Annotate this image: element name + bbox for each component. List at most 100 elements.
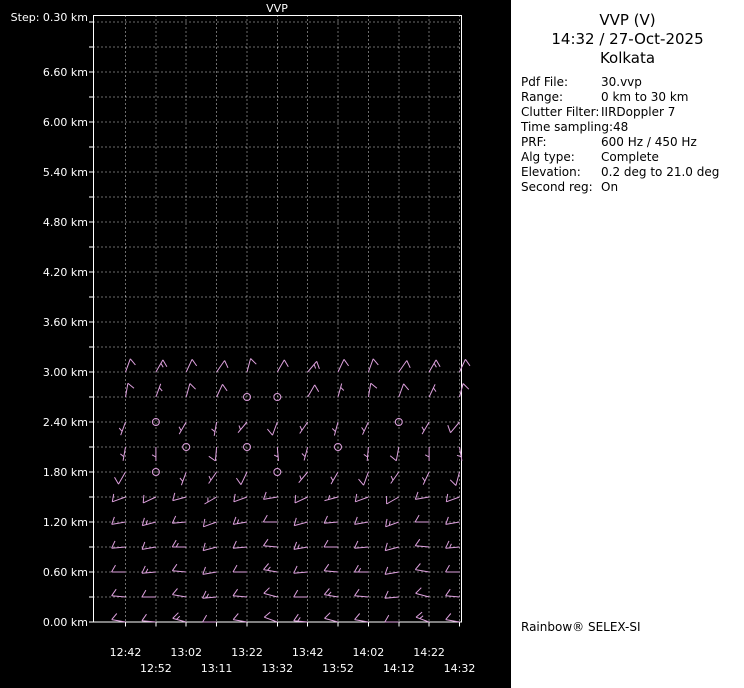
wind-barb — [337, 359, 350, 373]
x-axis-label: 14:02 — [353, 646, 385, 659]
wind-barb — [111, 516, 126, 525]
chart-title: VVP — [266, 2, 288, 15]
info-panel: VVP (V) 14:32 / 27-Oct-2025 Kolkata Pdf … — [511, 0, 744, 688]
field-elevation: Elevation: 0.2 deg to 21.0 deg — [521, 165, 744, 180]
wind-barb — [415, 587, 430, 598]
wind-barb — [361, 421, 369, 435]
wind-barb — [298, 471, 309, 484]
wind-barb — [263, 563, 278, 573]
field-value: 600 Hz / 450 Hz — [601, 135, 697, 149]
wind-barb — [293, 565, 308, 574]
wind-barb — [204, 496, 217, 505]
y-axis-label: 3.00 km — [43, 366, 88, 379]
wind-barb — [185, 359, 198, 373]
wind-barb — [353, 564, 369, 573]
field-pdf-file: Pdf File: 30.vvp — [521, 75, 744, 90]
wind-barb — [301, 446, 309, 461]
x-axis-label: 14:32 — [444, 662, 476, 675]
x-axis-label: 13:02 — [170, 646, 202, 659]
wind-barb — [354, 516, 369, 525]
y-axis-label: 6.00 km — [43, 116, 88, 129]
wind-barb — [263, 587, 278, 598]
wind-barb — [398, 383, 410, 398]
y-axis-label: 3.60 km — [43, 316, 88, 329]
field-second-reg: Second reg: On — [521, 180, 744, 195]
wind-barb — [447, 421, 460, 434]
wind-barb — [263, 491, 278, 500]
wind-barb — [363, 446, 369, 461]
field-value: 30.vvp — [601, 75, 642, 89]
field-value: Complete — [601, 150, 659, 164]
wind-barb — [202, 566, 217, 575]
wind-barb — [293, 589, 308, 598]
branding-footer: Rainbow® SELEX-SI — [521, 620, 641, 634]
wind-barb — [445, 564, 460, 573]
field-value: On — [601, 180, 619, 194]
wind-barb — [267, 421, 278, 436]
wind-barb — [354, 613, 369, 623]
calm-wind-circle — [243, 393, 251, 401]
wind-profile-chart: VVP Step: 0.30 km 6.60 km 6.00 km 5.40 km 4.8… — [11, 2, 476, 675]
wind-barb — [390, 471, 400, 484]
wind-barb — [428, 359, 441, 373]
field-label: Clutter Filter: — [521, 105, 600, 119]
wind-barb — [202, 614, 217, 623]
wind-barb — [324, 495, 339, 502]
wind-barb — [276, 359, 289, 373]
y-axis-label: 0.60 km — [43, 566, 88, 579]
field-clutter-filter: Clutter Filter: IIRDoppler 7 — [521, 105, 744, 120]
wind-barb — [202, 518, 217, 528]
wind-barb — [386, 496, 400, 505]
x-axis-label: 12:52 — [140, 662, 172, 675]
x-axis-label: 13:42 — [292, 646, 324, 659]
y-axis-label: 1.20 km — [43, 516, 88, 529]
wind-barb — [141, 589, 156, 598]
field-label: Second reg: — [521, 180, 593, 194]
x-axis-label: 13:32 — [261, 662, 293, 675]
panel-title: VVP (V) — [599, 11, 656, 29]
wind-barb — [141, 541, 156, 550]
wind-barb — [330, 471, 339, 485]
x-axis-label: 14:22 — [413, 646, 445, 659]
wind-barb — [232, 613, 248, 623]
wind-barb — [354, 540, 369, 549]
wind-barb — [445, 613, 460, 623]
field-value: 48 — [613, 120, 629, 134]
wind-barb — [337, 383, 345, 398]
wind-barb — [324, 612, 339, 623]
wind-barb — [171, 539, 187, 548]
wind-barb — [216, 384, 228, 398]
panel-datetime: 14:32 / 27-Oct-2025 — [551, 30, 704, 48]
wind-barb — [384, 542, 399, 552]
wind-barb — [151, 447, 157, 461]
wind-barb — [307, 360, 320, 373]
wind-barb — [358, 471, 369, 486]
wind-barb — [367, 358, 379, 373]
y-axis-label: 2.40 km — [43, 416, 88, 429]
y-axis-label: 6.60 km — [43, 66, 88, 79]
wind-barb — [421, 471, 430, 485]
wind-barb — [273, 446, 279, 461]
wind-barb — [171, 563, 187, 573]
wind-barb — [299, 421, 309, 434]
wind-barb — [414, 491, 430, 500]
y-axis-label: 0.00 km — [43, 616, 88, 629]
wind-barb — [185, 383, 196, 398]
wind-barb — [237, 421, 248, 434]
x-axis-label: 13:22 — [231, 646, 263, 659]
wind-barb — [111, 564, 126, 573]
wind-barb — [141, 565, 156, 574]
field-label: Elevation: — [521, 165, 581, 179]
wind-barb — [233, 493, 248, 503]
field-label: PRF: — [521, 135, 547, 149]
info-fields: Pdf File: 30.vvp Range: 0 km to 30 km Cl… — [521, 75, 744, 195]
wind-barb — [211, 421, 218, 436]
wind-barb — [398, 360, 411, 373]
wind-barb — [141, 613, 156, 623]
wind-barb — [262, 538, 278, 548]
wind-barb — [445, 493, 460, 503]
wind-barb — [293, 541, 308, 550]
wind-barb — [414, 563, 430, 573]
field-prf: PRF: 600 Hz / 450 Hz — [521, 135, 744, 150]
wind-barb — [155, 359, 168, 373]
